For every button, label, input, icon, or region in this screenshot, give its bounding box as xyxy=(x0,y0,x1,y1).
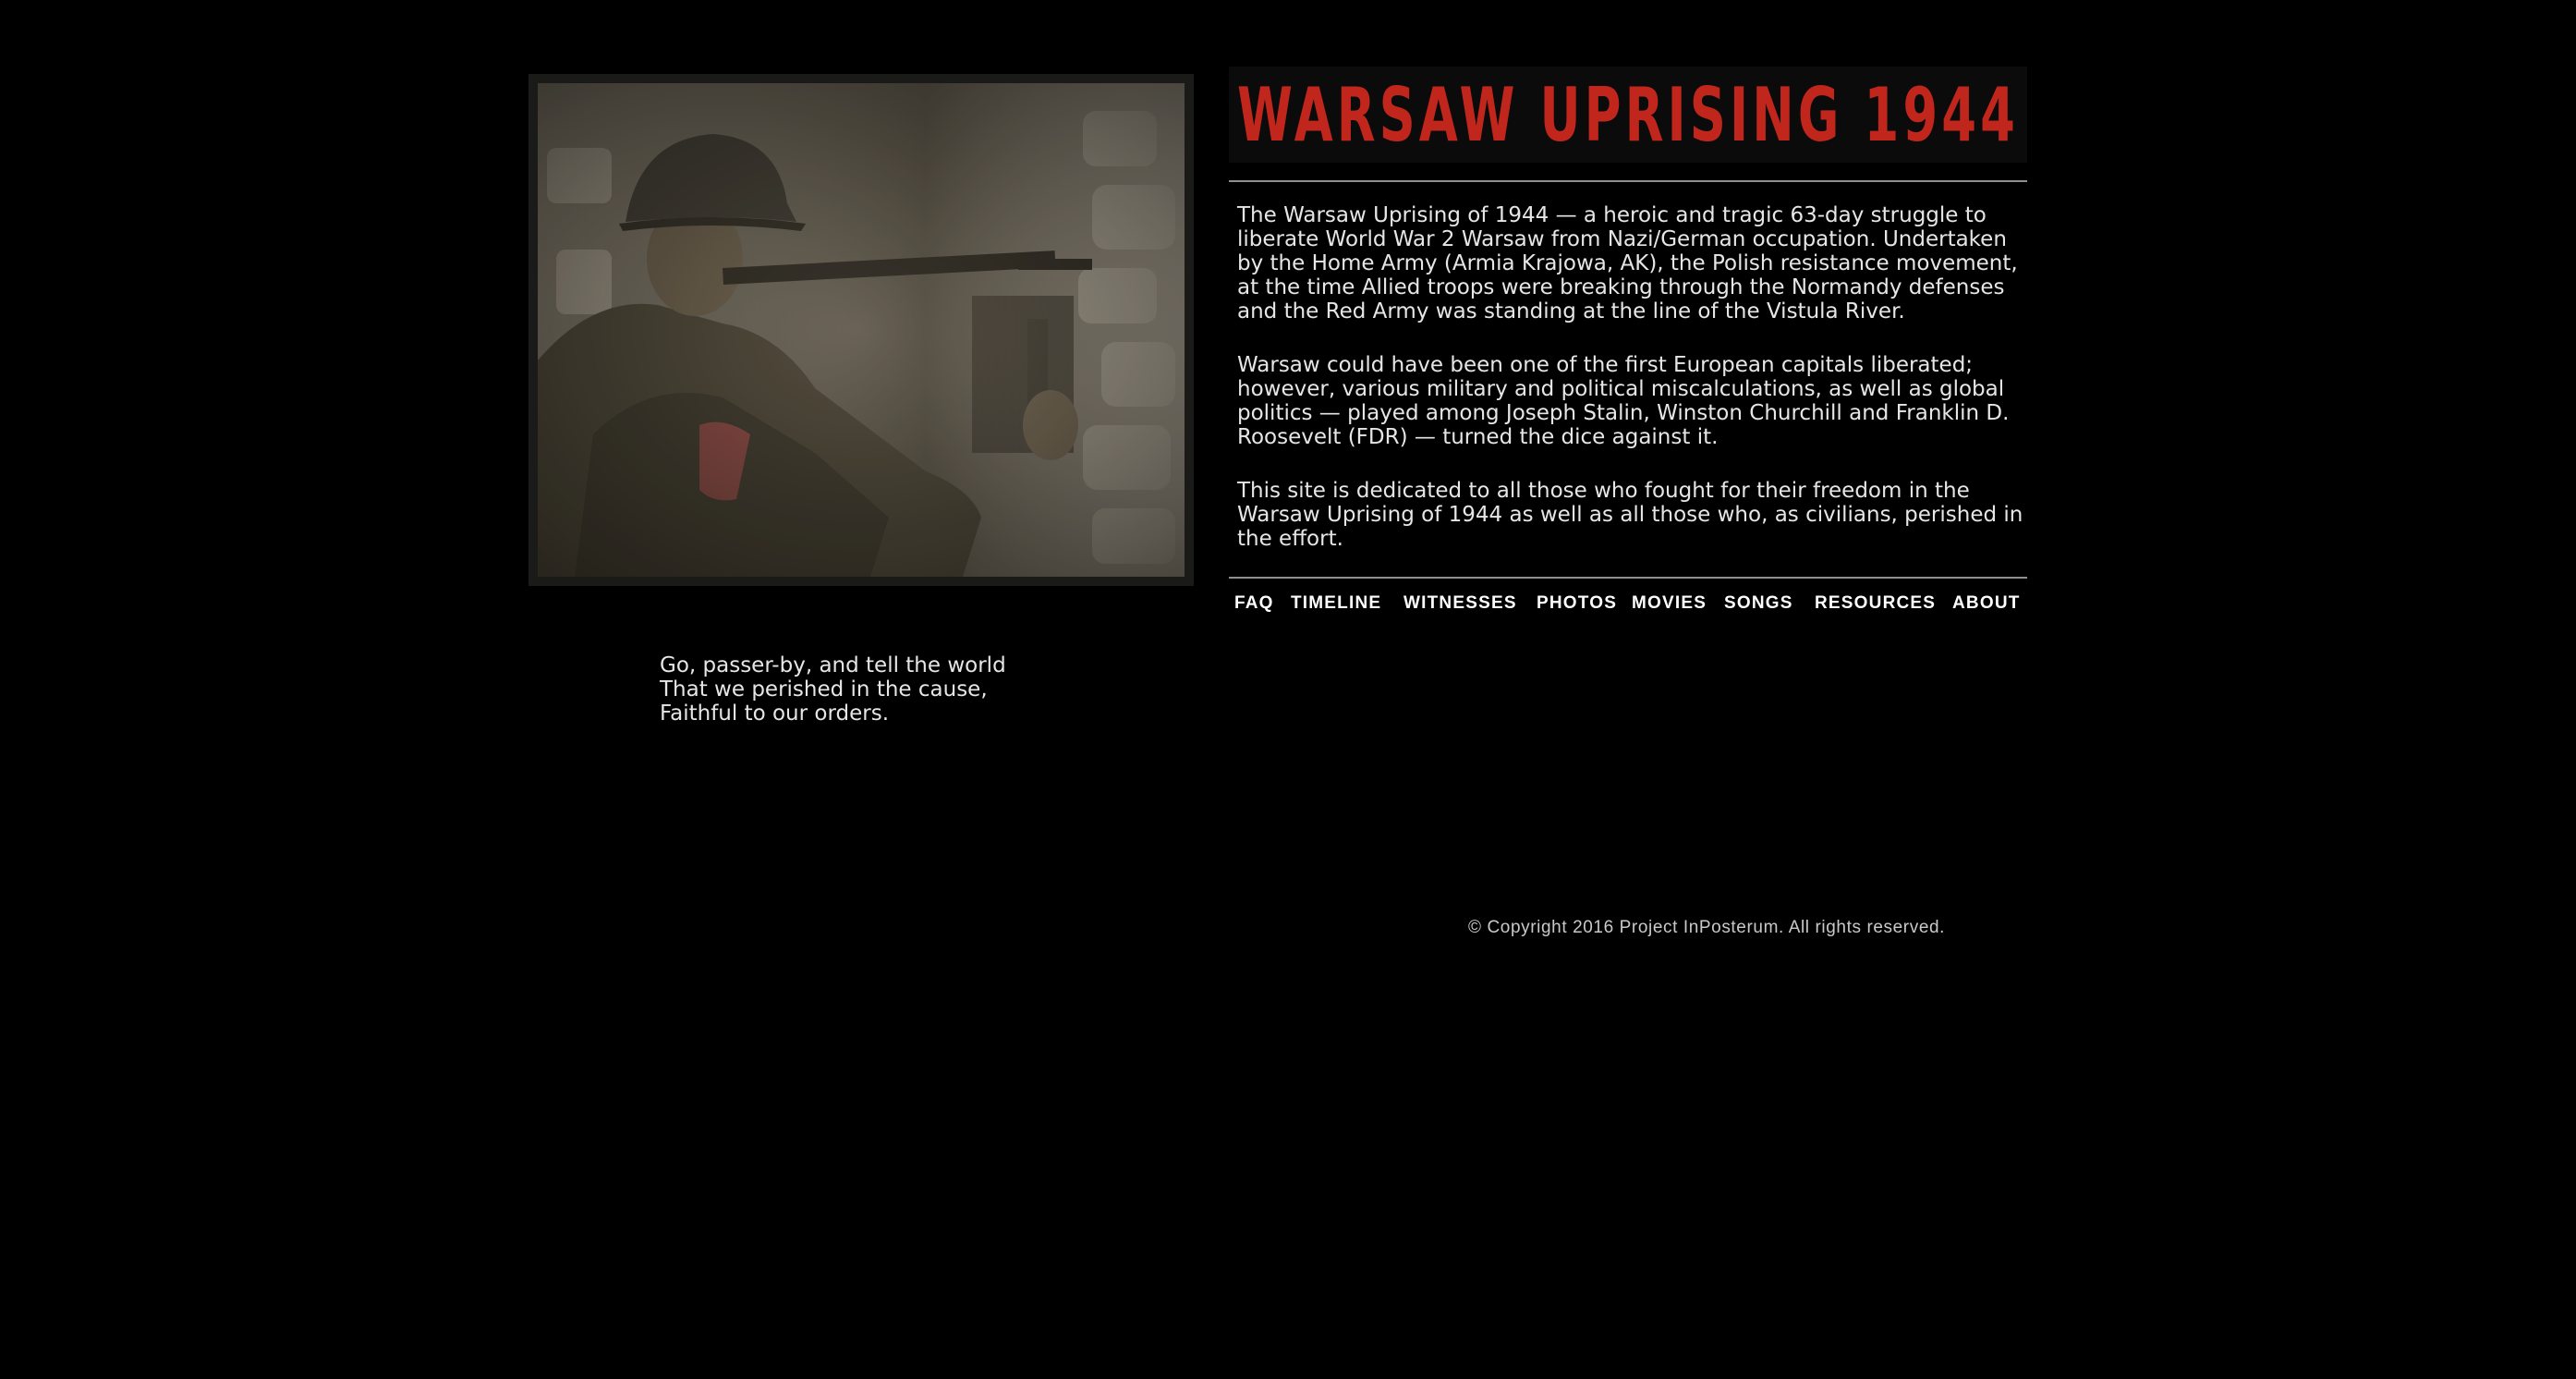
site-title: WARSAW UPRISING 1944 xyxy=(1229,67,2027,163)
nav-witnesses[interactable]: WITNESSES xyxy=(1403,593,1517,614)
intro-text: The Warsaw Uprising of 1944 — a heroic a… xyxy=(1237,203,2024,580)
nav-resources[interactable]: RESOURCES xyxy=(1815,593,1936,614)
project-link[interactable]: Project InPosterum xyxy=(1620,918,1779,937)
site-title-text: WARSAW UPRISING 1944 xyxy=(1237,72,2019,158)
copyright-suffix: . All rights reserved. xyxy=(1779,918,1946,937)
nav-timeline[interactable]: TIMELINE xyxy=(1291,593,1381,614)
soldier-photo-image xyxy=(538,83,1185,577)
poem-line-3: Faithful to our orders. xyxy=(660,702,890,726)
nav-faq[interactable]: FAQ xyxy=(1234,593,1274,614)
copyright-prefix: © Copyright 2016 xyxy=(1468,918,1620,937)
nav-about[interactable]: ABOUT xyxy=(1952,593,2021,614)
nav-photos[interactable]: PHOTOS xyxy=(1537,593,1617,614)
poem-line-2: That we perished in the cause, xyxy=(660,677,988,702)
divider-top xyxy=(1229,180,2027,182)
divider-bottom xyxy=(1229,577,2027,579)
footer-copyright: © Copyright 2016 Project InPosterum. All… xyxy=(1468,918,1945,938)
epitaph-poem: Go, passer-by, and tell the world That w… xyxy=(660,653,1006,726)
poem-line-1: Go, passer-by, and tell the world xyxy=(660,653,1006,677)
intro-paragraph-2: Warsaw could have been one of the first … xyxy=(1237,353,2010,449)
nav-songs[interactable]: SONGS xyxy=(1724,593,1793,614)
hero-photo xyxy=(529,74,1194,586)
nav-movies[interactable]: MOVIES xyxy=(1632,593,1707,614)
intro-paragraph-1: The Warsaw Uprising of 1944 — a heroic a… xyxy=(1237,203,2018,323)
main-nav: FAQ TIMELINE WITNESSES PHOTOS MOVIES SON… xyxy=(1234,593,2027,621)
intro-paragraph-3: This site is dedicated to all those who … xyxy=(1237,479,2023,551)
